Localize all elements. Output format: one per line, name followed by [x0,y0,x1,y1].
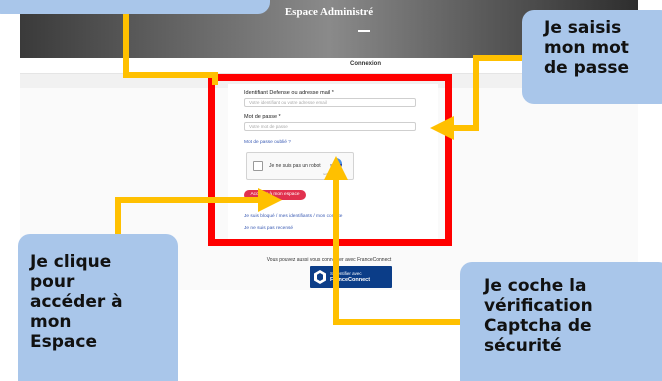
callout-captcha-line: Je coche la [484,276,587,296]
callout-password-line: de passe [544,58,630,78]
callout-captcha-line: sécurité [484,336,562,356]
callout-top-left [0,0,270,14]
callout-click: Je clique pour accéder à mon Espace [18,234,178,381]
callout-click-line: Espace [30,332,97,352]
callout-password-line: mon mot [544,38,629,58]
arrow-captcha [324,156,462,325]
callout-password-line: Je saisis [544,18,622,38]
callout-click-line: accéder à [30,292,123,312]
callout-captcha-line: vérification [484,296,593,316]
annotated-screenshot: Espace Administré Connexion Identifiant … [0,0,662,381]
callout-click-line: mon [30,312,72,332]
callout-click-line: Je clique [30,252,112,272]
callout-captcha-line: Captcha de [484,316,592,336]
callout-click-line: pour [30,272,75,292]
callout-password: Je saisis mon mot de passe [522,10,662,104]
callout-captcha: Je coche la vérification Captcha de sécu… [460,262,662,381]
